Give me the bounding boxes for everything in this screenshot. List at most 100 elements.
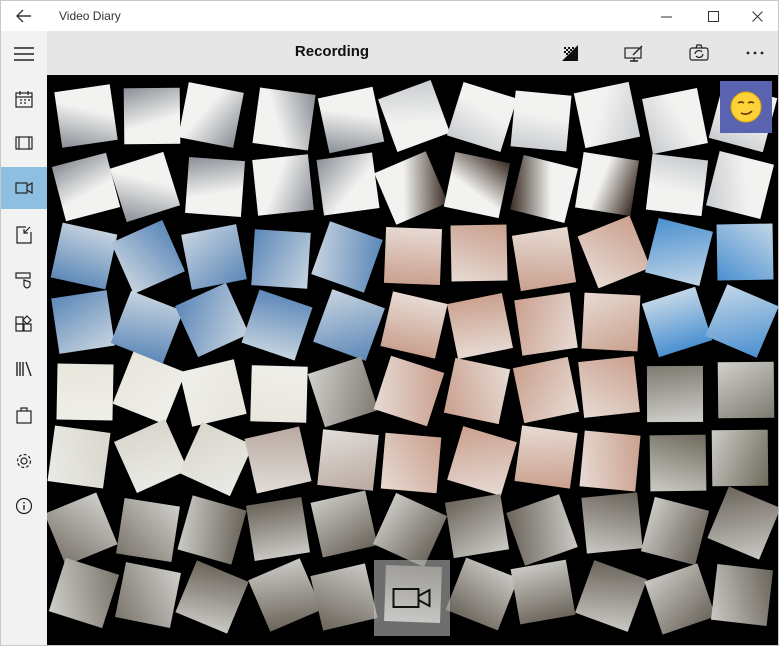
mosaic-tile: [510, 90, 572, 152]
more-options-button[interactable]: [738, 38, 772, 68]
mosaic-tile: [247, 558, 322, 633]
mosaic-tile: [645, 217, 714, 286]
mosaic-tile: [115, 562, 182, 628]
settings-gear-icon: [16, 453, 32, 469]
mosaic-tile: [705, 283, 778, 358]
nav-import[interactable]: [1, 214, 47, 256]
mosaic-tile: [175, 560, 249, 635]
mosaic-tile: [642, 87, 708, 154]
edit-icon: [624, 45, 643, 62]
nav-recording[interactable]: [1, 167, 47, 209]
mosaic-tile: [446, 292, 513, 359]
mosaic-tile: [511, 226, 576, 291]
mosaic-tile: [378, 80, 451, 153]
mosaic-tile: [575, 152, 640, 217]
film-icon: [15, 136, 33, 150]
mosaic-tile: [379, 291, 448, 359]
mosaic-tile: [185, 156, 246, 217]
app-title: Video Diary: [59, 9, 121, 23]
mosaic-tile: [110, 290, 184, 364]
mosaic-tile: [241, 289, 313, 361]
mosaic-tile: [310, 563, 379, 631]
mosaic-tile: [574, 559, 647, 632]
mosaic-tile: [641, 496, 710, 565]
nav-tags[interactable]: [1, 259, 47, 301]
mosaic-tile: [317, 428, 379, 491]
video-camera-icon: [392, 588, 431, 608]
shield-tag-icon: [15, 272, 31, 289]
mosaic-tile: [51, 153, 121, 222]
mosaic-tile: [580, 492, 643, 554]
hamburger-menu-button[interactable]: [1, 33, 47, 75]
mosaic-tile: [707, 486, 778, 560]
mosaic-tile: [181, 224, 247, 290]
nav-store[interactable]: [1, 394, 47, 436]
shopping-bag-icon: [16, 407, 32, 424]
mosaic-tile: [252, 153, 315, 216]
effects-icon: [562, 45, 578, 61]
mosaic-tile: [717, 362, 775, 419]
nav-about[interactable]: [1, 485, 47, 527]
back-button[interactable]: [10, 5, 38, 27]
mosaic-tile: [53, 84, 118, 148]
add-apps-icon: [15, 315, 32, 332]
mosaic-tile: [445, 557, 518, 631]
mosaic-tile: [178, 422, 253, 497]
effect-emoji-button[interactable]: [720, 81, 772, 133]
record-button[interactable]: [374, 560, 450, 636]
nav-videos[interactable]: [1, 122, 47, 164]
mosaic-tile: [513, 291, 578, 356]
mosaic-tile: [178, 82, 244, 149]
mosaic-tile: [313, 288, 385, 361]
nav-library[interactable]: [1, 348, 47, 390]
mosaic-tile: [506, 494, 578, 567]
navigation-pane: [0, 31, 47, 646]
mosaic-tile: [123, 87, 181, 145]
mosaic-tile: [513, 425, 578, 489]
mosaic-tile: [644, 563, 716, 635]
nav-apps[interactable]: [1, 303, 47, 345]
mosaic-tile: [51, 289, 116, 354]
effects-button[interactable]: [553, 38, 587, 68]
mosaic-tile: [110, 219, 185, 294]
mosaic-tile: [374, 151, 448, 226]
mosaic-tile: [705, 150, 774, 219]
nav-calendar[interactable]: [1, 78, 47, 120]
mosaic-tile: [510, 559, 576, 625]
maximize-button[interactable]: [691, 1, 735, 31]
nav-settings[interactable]: [1, 440, 47, 482]
mosaic-tile: [446, 81, 517, 152]
mosaic-tile: [177, 495, 247, 565]
mosaic-tile: [712, 429, 769, 487]
close-button[interactable]: [735, 1, 779, 31]
mosaic-tile: [47, 425, 111, 489]
mosaic-tile: [250, 229, 311, 289]
camera-preview[interactable]: [47, 75, 779, 646]
mosaic-tile: [641, 286, 713, 358]
mosaic-tile: [112, 351, 186, 425]
mosaic-tile: [577, 215, 651, 288]
edit-button[interactable]: [617, 38, 651, 68]
switch-camera-icon: [689, 44, 709, 61]
page-title: Recording: [294, 43, 370, 60]
title-bar: Video Diary: [0, 0, 779, 31]
mosaic-tile: [374, 355, 445, 427]
mosaic-tile: [573, 82, 641, 149]
hamburger-menu-icon: [14, 47, 34, 61]
maximize-icon: [707, 10, 719, 22]
mosaic-tile: [56, 363, 114, 421]
smiley-face-icon: [730, 91, 762, 123]
mosaic-tile: [47, 492, 118, 566]
mosaic-tile: [310, 490, 378, 558]
minimize-button[interactable]: [644, 1, 688, 31]
mosaic-tile: [646, 365, 704, 423]
switch-camera-button[interactable]: [682, 38, 716, 68]
mosaic-tile: [512, 357, 579, 424]
video-camera-icon: [15, 182, 33, 194]
mosaic-tile: [509, 154, 578, 223]
mosaic-tile: [445, 493, 510, 558]
back-arrow-icon: [16, 9, 31, 23]
mosaic-tile: [116, 498, 181, 563]
mosaic-tile: [383, 227, 442, 286]
mosaic-tile: [311, 221, 383, 294]
